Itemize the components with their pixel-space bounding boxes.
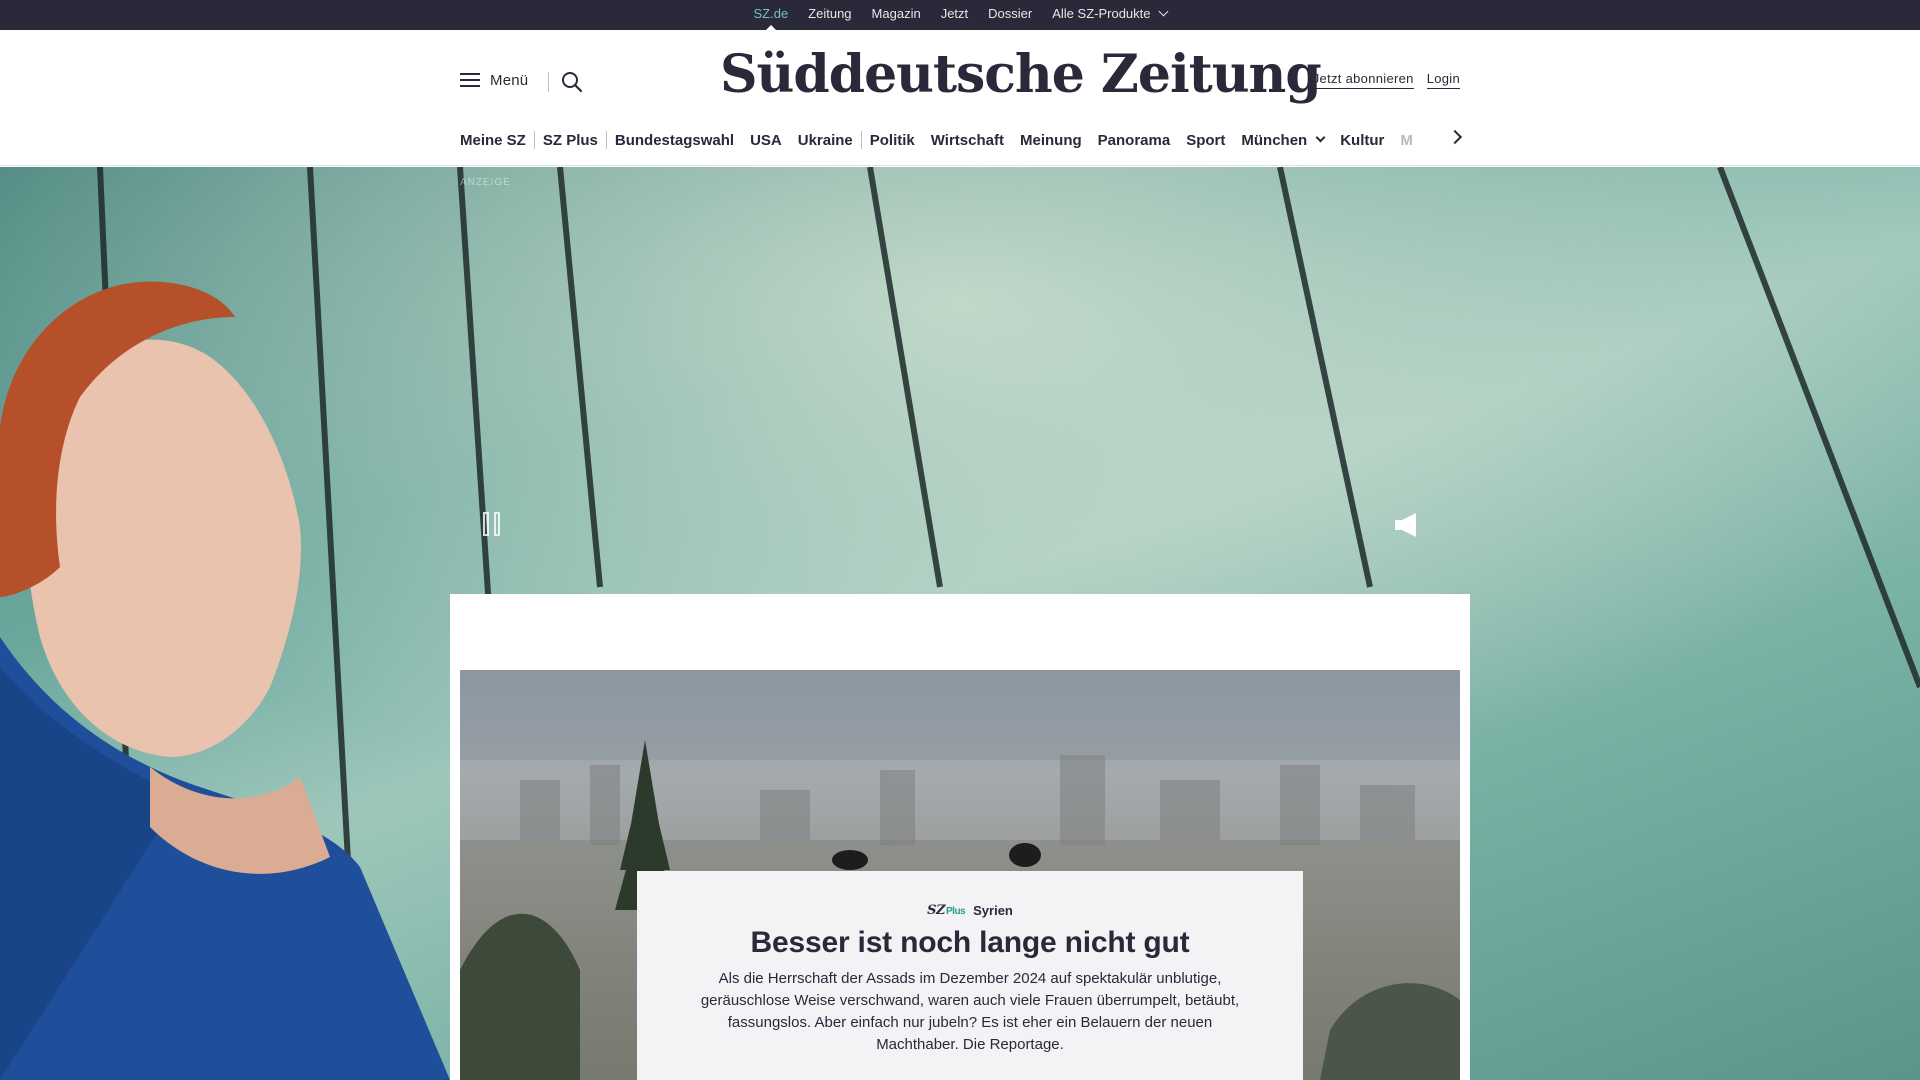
nav-item-sz-plus[interactable]: SZ Plus <box>535 132 606 149</box>
menu-button[interactable]: Menü <box>460 72 528 89</box>
topbar-item-alle-produkte-label: Alle SZ-Produkte <box>1052 6 1151 21</box>
topbar-item-szde[interactable]: SZ.de <box>743 0 798 30</box>
nav-item-more[interactable]: M <box>1392 132 1421 149</box>
search-icon <box>562 72 583 93</box>
chevron-down-icon <box>1315 132 1326 142</box>
search-button[interactable] <box>561 71 583 93</box>
account-links: Jetzt abonnieren Login <box>1312 71 1460 89</box>
sz-plus-logo: SZPlus <box>927 903 966 918</box>
nav-item-meine-sz[interactable]: Meine SZ <box>460 132 534 149</box>
chevron-right-icon[interactable] <box>1447 129 1463 145</box>
menu-label: Menü <box>490 72 529 89</box>
site-header: Menü Süddeutsche Zeitung Jetzt abonniere… <box>0 30 1920 166</box>
nav-item-wirtschaft[interactable]: Wirtschaft <box>923 132 1012 149</box>
teaser-summary: Als die Herrschaft der Assads im Dezembe… <box>700 970 1240 1053</box>
nav-item-usa[interactable]: USA <box>742 132 790 149</box>
nav-item-politik[interactable]: Politik <box>862 132 923 149</box>
site-logo[interactable]: Süddeutsche Zeitung <box>720 44 1322 105</box>
ad-label: ANZEIGE <box>460 177 511 188</box>
nav-item-meinung[interactable]: Meinung <box>1012 132 1090 149</box>
main-navigation: Meine SZ SZ Plus Bundestagswahl USA Ukra… <box>460 126 1463 154</box>
topbar-item-alle-produkte[interactable]: Alle SZ-Produkte <box>1042 0 1176 30</box>
teaser-box[interactable]: SZPlus Syrien Besser ist noch lange nich… <box>637 871 1303 1080</box>
divider <box>548 72 549 92</box>
nav-item-ukraine[interactable]: Ukraine <box>790 132 861 149</box>
topbar-item-zeitung[interactable]: Zeitung <box>798 0 861 30</box>
login-link[interactable]: Login <box>1426 71 1460 89</box>
topbar-item-magazin[interactable]: Magazin <box>862 0 931 30</box>
hamburger-icon <box>460 73 480 88</box>
teaser-kicker: SZPlus Syrien <box>637 903 1303 918</box>
speaker-icon[interactable] <box>1394 512 1418 538</box>
pause-icon[interactable] <box>483 512 501 536</box>
nav-item-bundestagswahl[interactable]: Bundestagswahl <box>607 132 742 149</box>
product-bar: SZ.de Zeitung Magazin Jetzt Dossier Alle… <box>0 0 1920 30</box>
teaser-topic: Syrien <box>973 903 1013 918</box>
nav-item-muenchen[interactable]: München <box>1233 132 1332 149</box>
hero-article[interactable]: SZPlus Syrien Besser ist noch lange nich… <box>460 670 1460 1080</box>
nav-item-kultur[interactable]: Kultur <box>1332 132 1392 149</box>
nav-item-sport[interactable]: Sport <box>1178 132 1233 149</box>
chevron-down-icon <box>1158 6 1168 17</box>
nav-item-panorama[interactable]: Panorama <box>1090 132 1179 149</box>
topbar-item-dossier[interactable]: Dossier <box>978 0 1042 30</box>
subscribe-link[interactable]: Jetzt abonnieren <box>1312 71 1414 89</box>
topbar-item-jetzt[interactable]: Jetzt <box>931 0 978 30</box>
main-content: SZPlus Syrien Besser ist noch lange nich… <box>450 594 1470 1080</box>
teaser-headline[interactable]: Besser ist noch lange nicht gut <box>637 926 1303 960</box>
nav-item-muenchen-label: München <box>1241 131 1308 149</box>
